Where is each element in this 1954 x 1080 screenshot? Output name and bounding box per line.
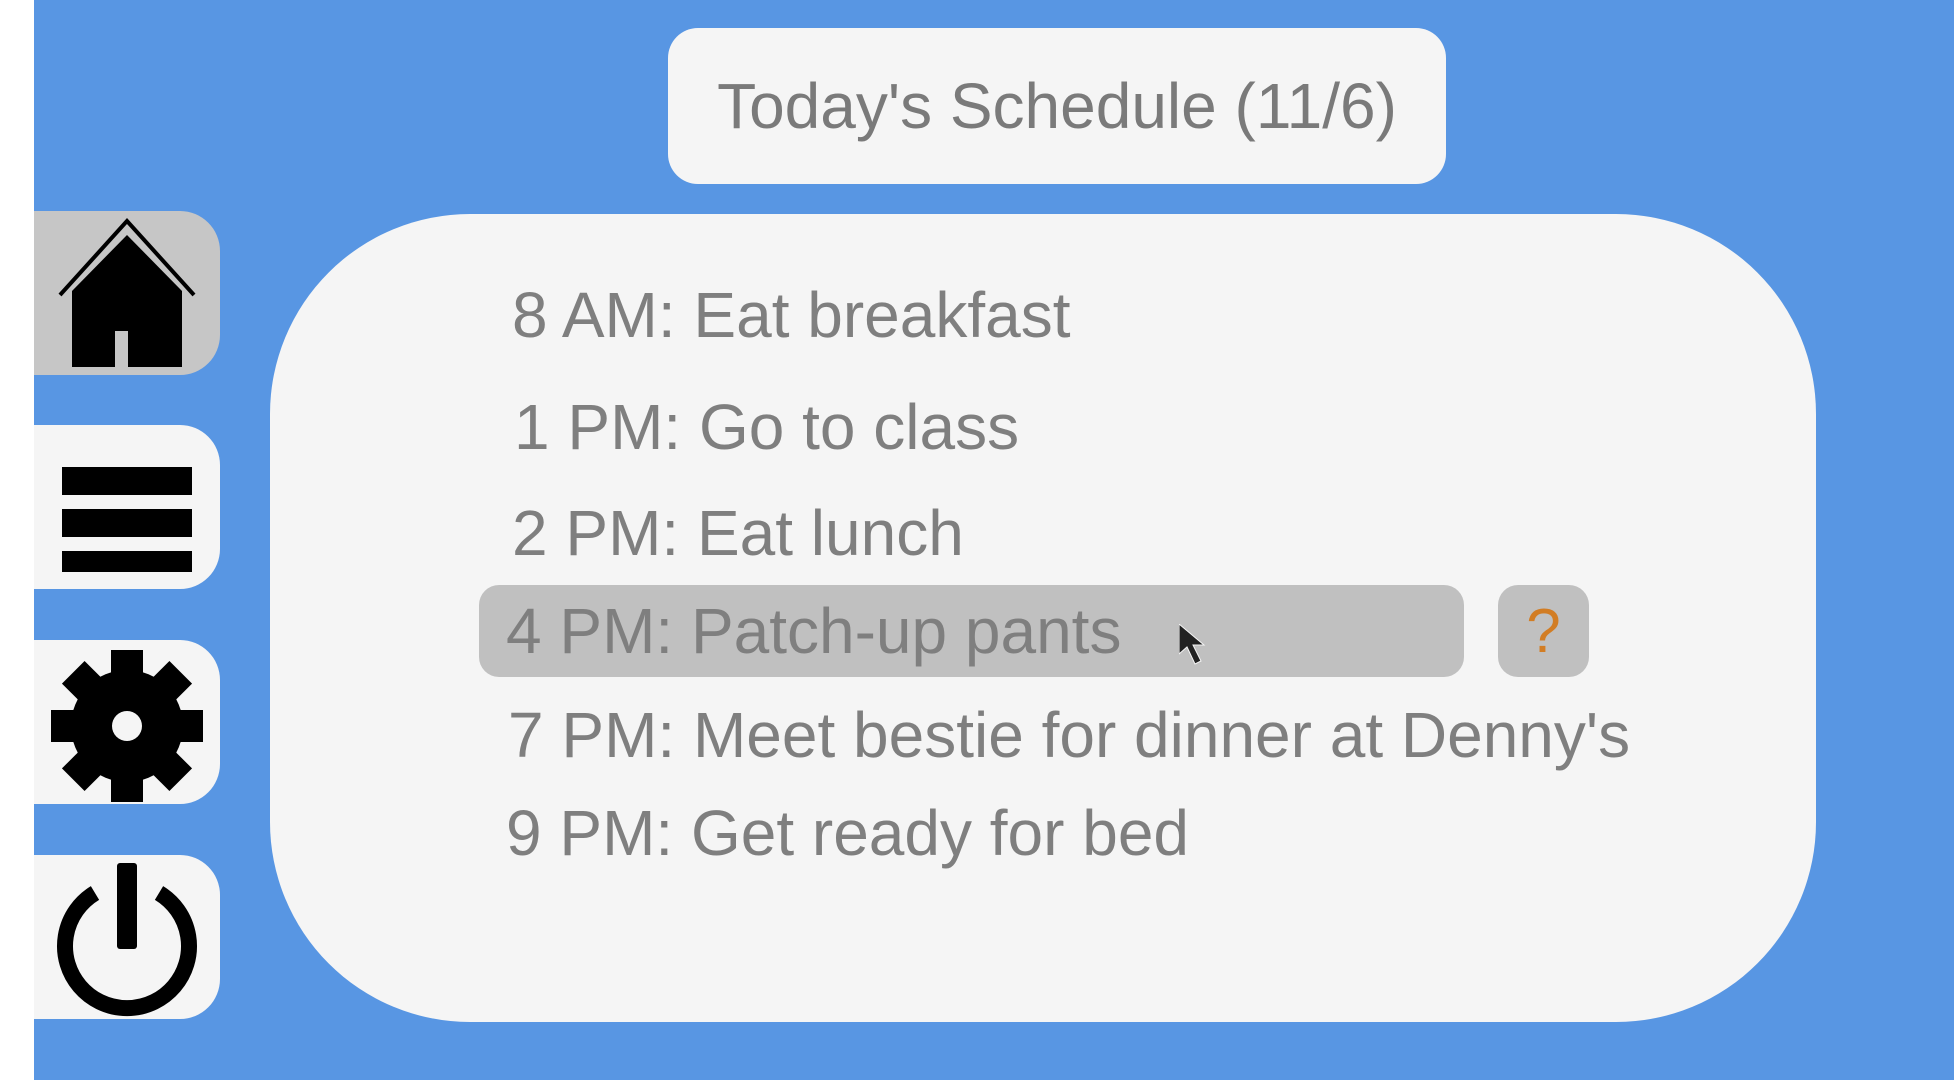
schedule-item[interactable]: 1 PM: Go to class xyxy=(514,390,1019,464)
help-button[interactable]: ? xyxy=(1498,585,1589,677)
schedule-item[interactable]: 7 PM: Meet bestie for dinner at Denny's xyxy=(508,698,1630,772)
mouse-cursor-icon xyxy=(1179,624,1206,665)
menu-icon xyxy=(62,467,192,572)
help-label: ? xyxy=(1526,596,1561,666)
app-canvas: Today's Schedule (11/6) 8 AM: Eat breakf… xyxy=(34,0,1954,1080)
schedule-title-box: Today's Schedule (11/6) xyxy=(668,28,1446,184)
settings-button[interactable] xyxy=(34,640,220,804)
home-button[interactable] xyxy=(34,211,220,375)
schedule-item-selected[interactable]: 4 PM: Patch-up pants xyxy=(506,594,1121,668)
schedule-item[interactable]: 9 PM: Get ready for bed xyxy=(506,796,1189,870)
page-title: Today's Schedule (11/6) xyxy=(717,70,1397,142)
menu-button[interactable] xyxy=(34,425,220,589)
schedule-item[interactable]: 8 AM: Eat breakfast xyxy=(512,278,1071,352)
power-icon xyxy=(57,863,197,1017)
settings-gear-icon xyxy=(51,650,203,802)
schedule-item[interactable]: 2 PM: Eat lunch xyxy=(512,496,964,570)
power-button[interactable] xyxy=(34,855,220,1019)
home-icon xyxy=(58,218,196,367)
